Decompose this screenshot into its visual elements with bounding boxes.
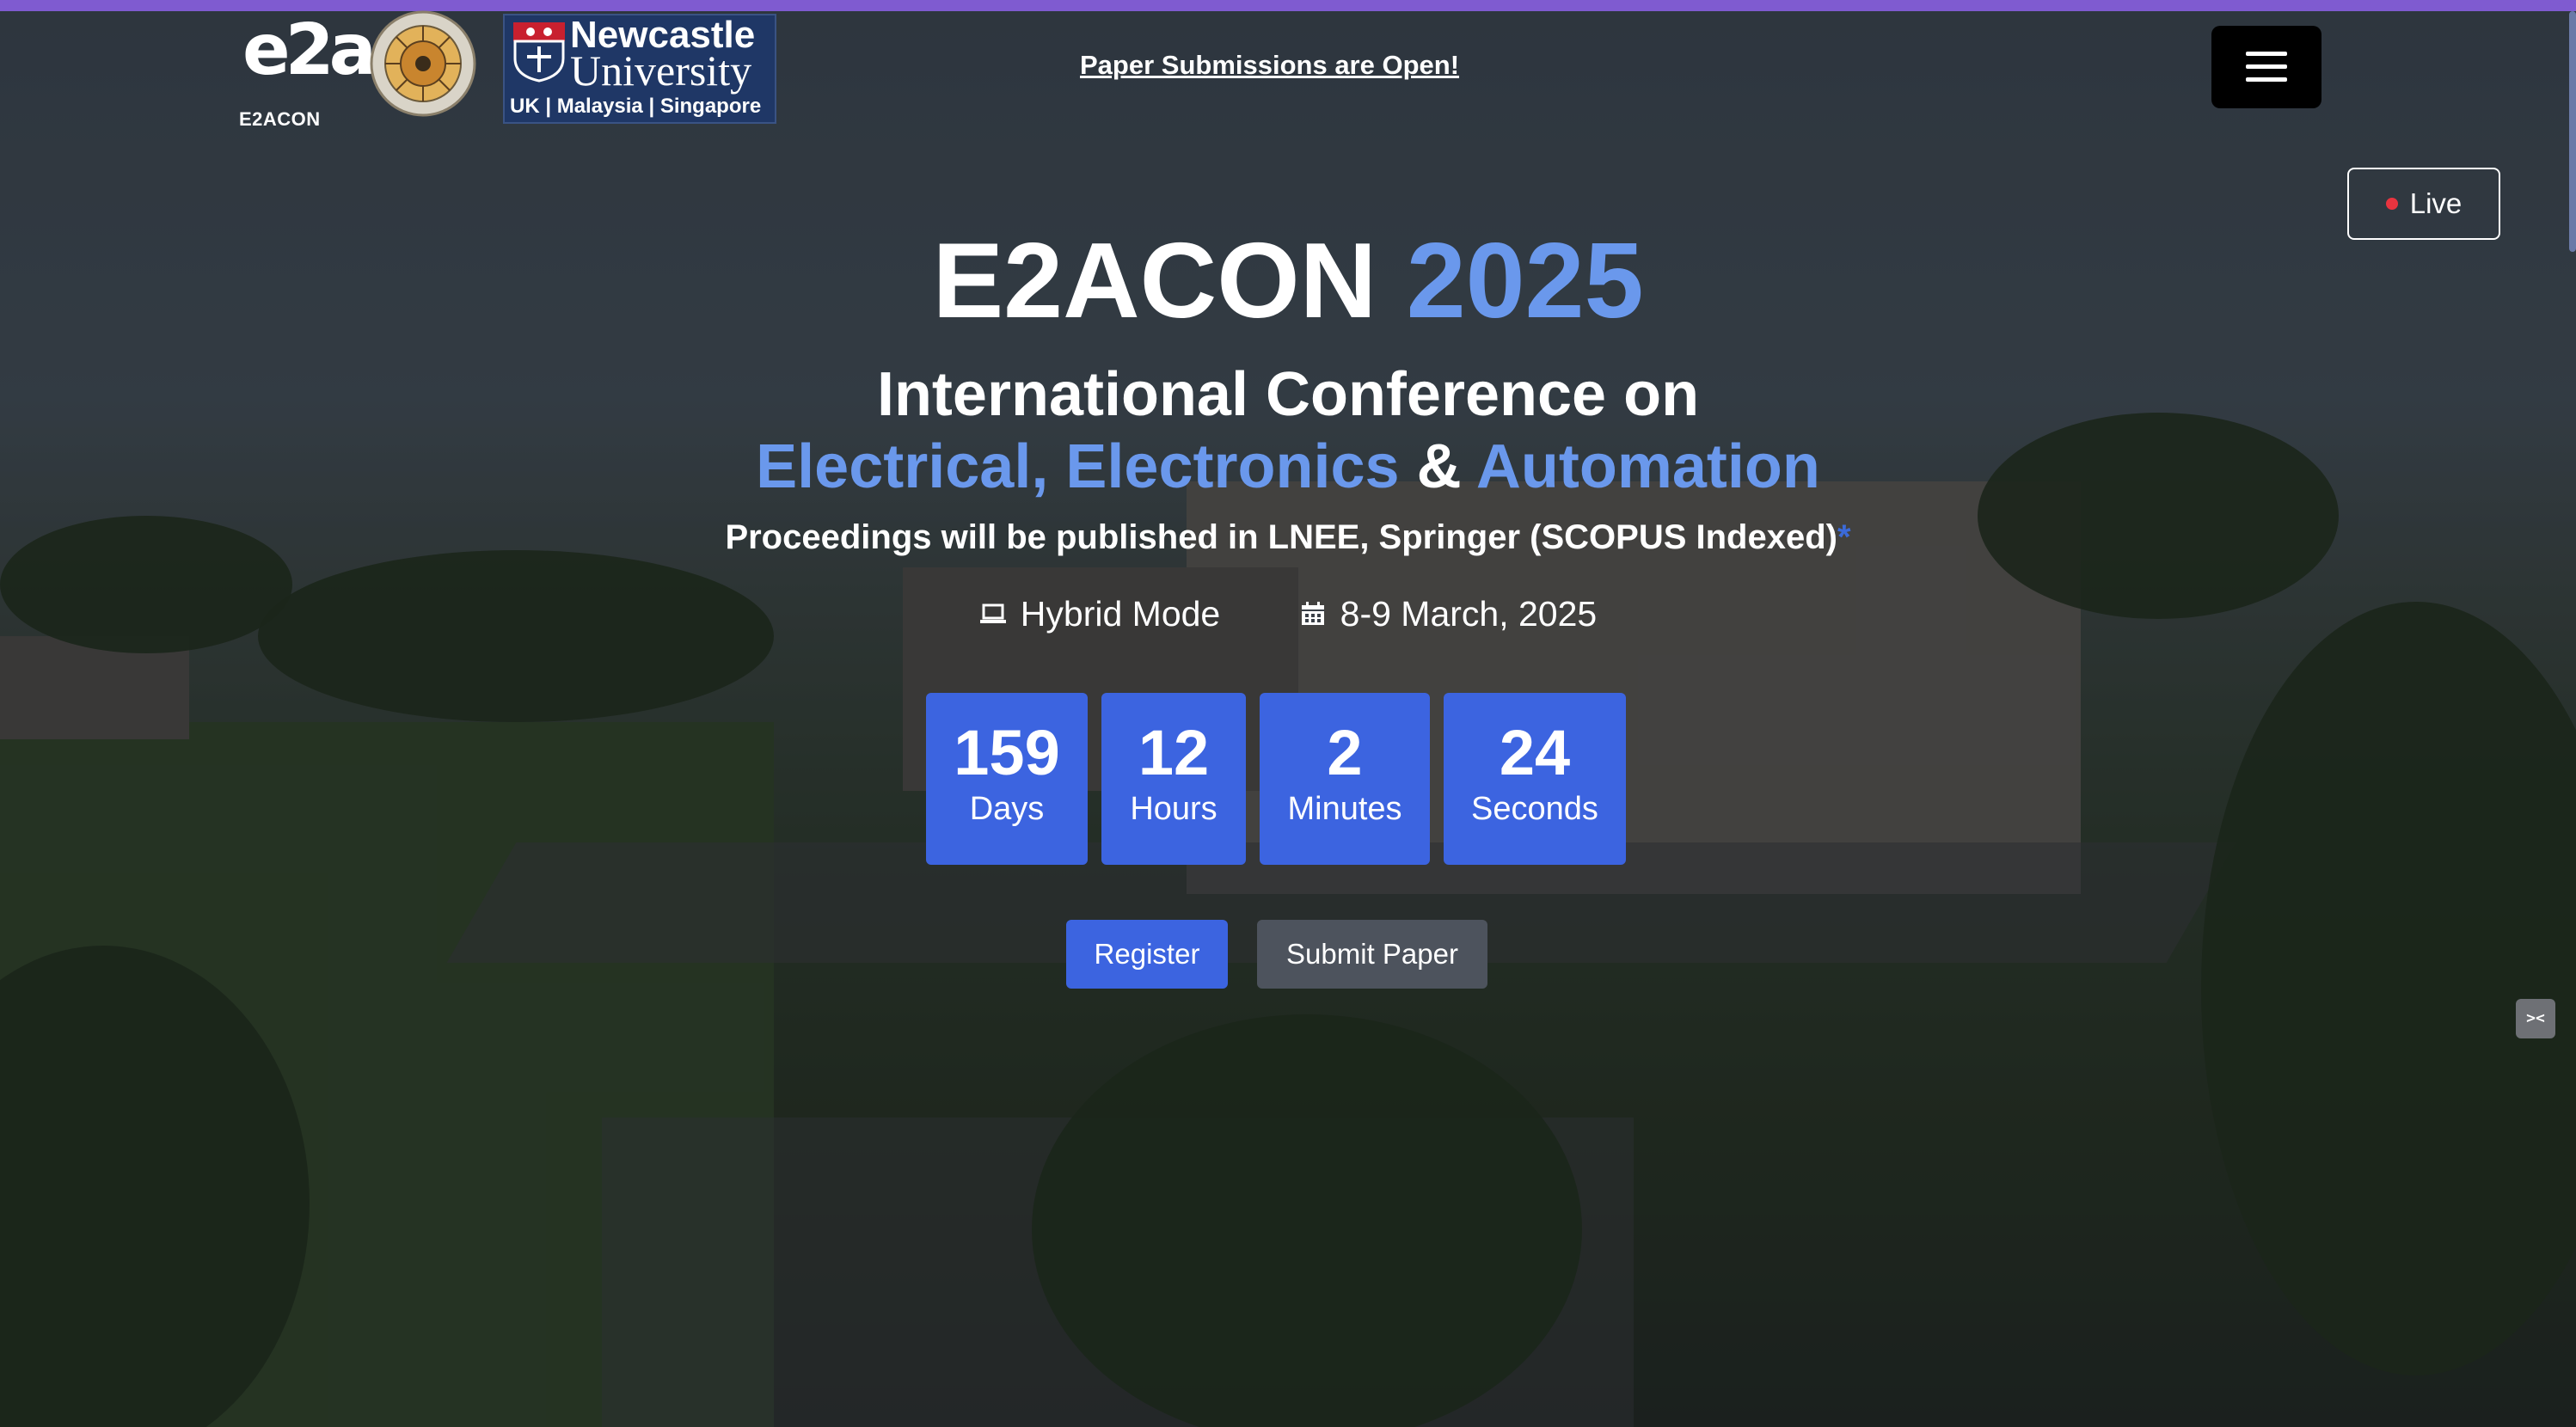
date-text: 8-9 March, 2025	[1340, 594, 1598, 634]
newcastle-logo-line3: UK | Malaysia | Singapore	[510, 95, 762, 118]
institute-seal-logo	[370, 10, 476, 117]
subtitle-electrical: Electrical,	[756, 432, 1049, 501]
mode-info: Hybrid Mode	[979, 590, 1220, 638]
scrollbar[interactable]	[2569, 11, 2576, 252]
event-meta: Hybrid Mode 8-9 March, 2025	[0, 590, 2576, 639]
subtitle-automation: Automation	[1475, 432, 1820, 501]
conference-title: E2ACON 2025	[0, 217, 2576, 346]
e2acon-logo[interactable]: e2a E2ACON	[234, 12, 377, 131]
subtitle-ampersand: &	[1416, 432, 1462, 501]
hamburger-menu-icon	[2246, 77, 2287, 82]
laptop-icon	[979, 603, 1006, 623]
subtitle-line2: Electrical, Electronics & Automation	[0, 427, 2576, 506]
countdown-days: 159 Days	[926, 693, 1088, 865]
hamburger-menu-icon	[2246, 52, 2287, 56]
register-button[interactable]: Register	[1066, 920, 1228, 989]
mode-text: Hybrid Mode	[1020, 594, 1221, 634]
countdown-seconds: 24 Seconds	[1444, 693, 1626, 865]
live-button-label: Live	[2409, 187, 2463, 219]
hamburger-menu-icon	[2246, 64, 2287, 69]
live-dot-icon	[2385, 198, 2398, 210]
hero-actions: Register Submit Paper	[1066, 920, 1487, 989]
proceedings-asterisk: *	[1837, 518, 1851, 556]
countdown-value: 24	[1499, 717, 1571, 788]
proceedings-note: Proceedings will be published in LNEE, S…	[0, 516, 2576, 559]
countdown-label: Seconds	[1471, 791, 1598, 827]
calendar-icon	[1301, 602, 1324, 625]
countdown-value: 159	[954, 717, 1060, 788]
countdown-label: Minutes	[1287, 791, 1402, 827]
subtitle-line1: International Conference on	[876, 360, 1700, 429]
newcastle-university-logo[interactable]: Newcastle University UK | Malaysia | Sin…	[503, 14, 776, 124]
countdown-hours: 12 Hours	[1101, 693, 1246, 865]
e2acon-logo-glyph: e2a	[242, 9, 377, 91]
menu-toggle-button[interactable]	[2211, 26, 2321, 108]
countdown-value: 12	[1138, 717, 1210, 788]
countdown-label: Hours	[1130, 791, 1217, 827]
newcastle-crest-icon	[513, 22, 565, 83]
countdown-timer: 159 Days 12 Hours 2 Minutes 24 Seconds	[926, 693, 1626, 865]
title-main: E2ACON	[932, 222, 1377, 340]
countdown-minutes: 2 Minutes	[1260, 693, 1430, 865]
submit-paper-button[interactable]: Submit Paper	[1257, 920, 1487, 989]
side-widget-toggle[interactable]: ><	[2516, 999, 2555, 1038]
proceedings-text: Proceedings will be published in LNEE, S…	[725, 518, 1837, 556]
paper-submissions-link[interactable]: Paper Submissions are Open!	[1080, 50, 1459, 81]
title-year: 2025	[1406, 222, 1644, 340]
newcastle-logo-line2: University	[570, 46, 752, 95]
countdown-value: 2	[1327, 717, 1363, 788]
e2acon-logo-text: E2ACON	[239, 108, 321, 130]
subtitle-electronics: Electronics	[1065, 432, 1400, 501]
countdown-label: Days	[969, 791, 1045, 827]
date-info: 8-9 March, 2025	[1299, 590, 1598, 638]
